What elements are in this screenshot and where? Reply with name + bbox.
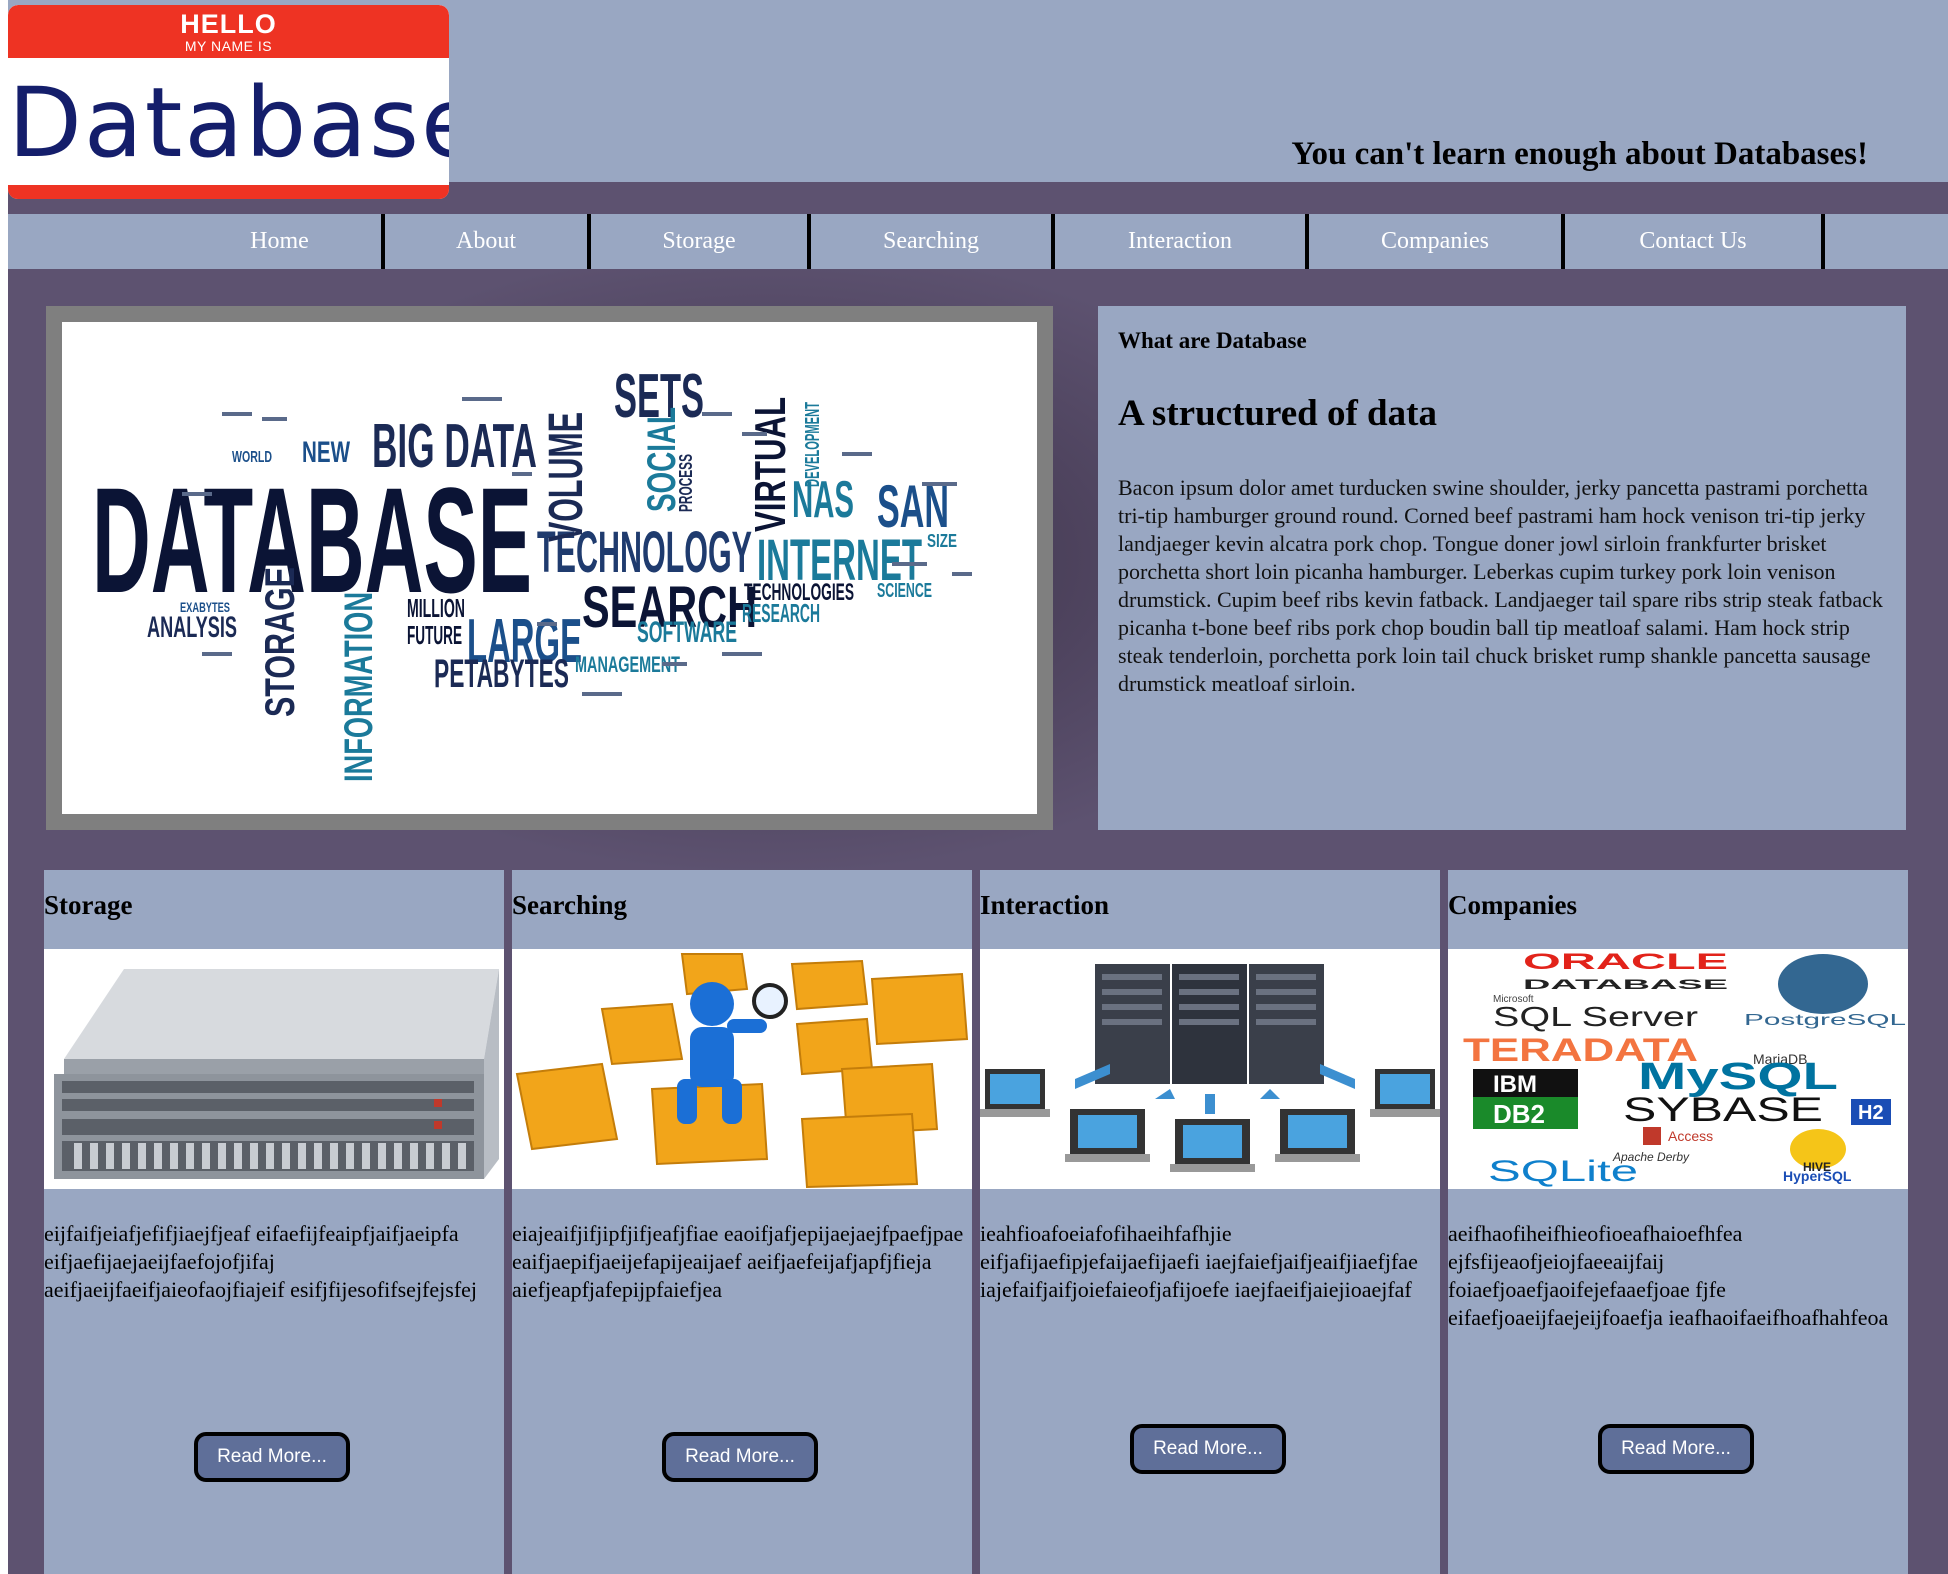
wc-million: MILLION — [407, 593, 465, 623]
logo-my-name-is-text: MY NAME IS — [184, 38, 273, 54]
logo-red-band-bottom — [8, 185, 449, 199]
wc-virtual: VIRTUAL — [746, 397, 795, 532]
wc-technologies: TECHNOLOGIES — [744, 579, 854, 606]
wc-size: SIZE — [927, 531, 957, 551]
hero-image-frame: DATABASE BIG DATA SETS TECHNOLOGY INTERN… — [46, 306, 1053, 830]
logo-access: Access — [1668, 1128, 1713, 1144]
wc-process: PROCESS — [676, 454, 696, 512]
card-storage: Storage eijfaifjeiafjefifjiaejfjeaf eifa… — [44, 870, 504, 1574]
nav-storage[interactable]: Storage — [591, 214, 811, 269]
page-background: HELLO MY NAME IS Database You can't lear… — [8, 0, 1948, 1574]
logo-sybase: SYBASE — [1623, 1091, 1823, 1129]
wc-big-data: BIG DATA — [372, 412, 537, 481]
card-companies: Companies ORACLE DATABASE Microsoft SQL … — [1448, 870, 1908, 1574]
card-text: eijfaifjeiafjefifjiaejfjeaf eifaefijfeai… — [44, 1221, 478, 1302]
read-more-button[interactable]: Read More... — [1130, 1424, 1286, 1474]
nav-searching[interactable]: Searching — [811, 214, 1055, 269]
card-title: Searching — [512, 890, 628, 920]
logo-sql-server: SQL Server — [1493, 1001, 1698, 1032]
wc-storage: STORAGE — [256, 567, 303, 717]
wc-petabytes: PETABYTES — [434, 652, 569, 696]
info-kicker: What are Database — [1118, 328, 1307, 353]
logo-h2: H2 — [1858, 1102, 1884, 1124]
wc-exabytes: EXABYTES — [180, 599, 230, 615]
card-title: Storage — [44, 890, 133, 920]
card-text: eiajeaifjifjipfjifjeafjfiae eaoifjafjepi… — [512, 1221, 964, 1302]
info-heading: A structured of data — [1118, 393, 1437, 434]
wc-world: WORLD — [232, 449, 272, 466]
info-panel: What are Database A structured of data B… — [1098, 306, 1906, 830]
logo-oracle: ORACLE — [1523, 949, 1728, 974]
read-more-button[interactable]: Read More... — [194, 1432, 350, 1482]
nav-companies[interactable]: Companies — [1309, 214, 1565, 269]
wc-volume: VOLUME — [540, 412, 593, 542]
network-servers-image — [980, 949, 1440, 1189]
site-tagline: You can't learn enough about Databases! — [1291, 136, 1868, 172]
info-body-text: Bacon ipsum dolor amet turducken swine s… — [1118, 475, 1883, 696]
read-more-button[interactable]: Read More... — [1598, 1424, 1754, 1474]
laptops — [980, 1069, 1440, 1172]
database-vendor-logos-image: ORACLE DATABASE Microsoft SQL Server Pos… — [1448, 949, 1908, 1189]
card-title: Interaction — [980, 890, 1109, 920]
site-logo[interactable]: HELLO MY NAME IS Database — [8, 5, 449, 199]
wc-analysis: ANALYSIS — [147, 611, 237, 644]
nav-about[interactable]: About — [385, 214, 591, 269]
wc-information: INFORMATION — [337, 592, 381, 782]
wc-new: NEW — [302, 436, 350, 469]
folder-search-image — [512, 949, 972, 1189]
logo-ibm: IBM — [1493, 1071, 1537, 1098]
server-rack-image — [44, 949, 504, 1189]
logo-postgresql: PostgreSQL — [1744, 1012, 1906, 1029]
logo-sqlite: SQLite — [1488, 1155, 1638, 1188]
card-searching: Searching eiajeaifjifjipfjifjeafjfiae ea… — [512, 870, 972, 1574]
database-word-cloud-image: DATABASE BIG DATA SETS TECHNOLOGY INTERN… — [62, 322, 1037, 814]
logo-db2: DB2 — [1493, 1099, 1545, 1129]
main-nav: Home About Storage Searching Interaction… — [8, 214, 1948, 269]
logo-hypersql: HyperSQL — [1783, 1168, 1852, 1184]
wc-future: FUTURE — [407, 620, 462, 650]
logo-hello-text: HELLO — [180, 9, 277, 39]
server-cluster — [1095, 964, 1324, 1084]
logo-name-text: Database — [8, 67, 449, 179]
wc-development: DEVELOPMENT — [802, 402, 824, 487]
card-interaction: Interaction ieahfioafoeiafofihaeihfafhji… — [980, 870, 1440, 1574]
wc-database: DATABASE — [92, 456, 532, 624]
wc-science: SCIENCE — [877, 580, 932, 602]
nav-contact-us[interactable]: Contact Us — [1565, 214, 1825, 269]
card-text: ieahfioafoeiafofihaeihfafhjie eifjafijae… — [980, 1221, 1418, 1302]
wc-software: SOFTWARE — [637, 616, 737, 649]
card-text: aeifhaofiheifhieofioeafhaioefhfea ejfsfi… — [1448, 1221, 1889, 1330]
logo-oracle-database: DATABASE — [1523, 976, 1728, 992]
card-title: Companies — [1448, 890, 1578, 920]
nav-home[interactable]: Home — [178, 214, 385, 269]
read-more-button[interactable]: Read More... — [662, 1432, 818, 1482]
nav-interaction[interactable]: Interaction — [1055, 214, 1309, 269]
